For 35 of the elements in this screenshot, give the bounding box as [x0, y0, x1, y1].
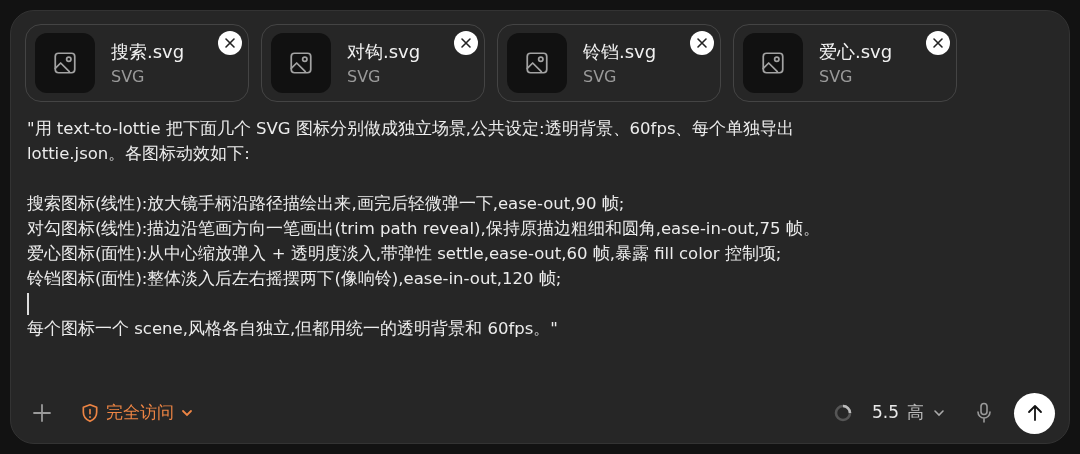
prompt-line: 对勾图标(线性):描边沿笔画方向一笔画出(trim path reveal),保持原描边粗细和圆角,ease-in-out,75 帧。	[27, 218, 820, 240]
remove-button[interactable]	[454, 31, 478, 55]
remove-button[interactable]	[926, 31, 950, 55]
close-icon	[460, 37, 472, 49]
close-icon	[932, 37, 944, 49]
remove-button[interactable]	[690, 31, 714, 55]
file-type: SVG	[583, 66, 618, 87]
prompt-line: lottie.json。各图标动效如下:	[27, 143, 250, 165]
prompt-line: "用 text-to-lottie 把下面几个 SVG 图标分别做成独立场景,公共设定:透明背景、60fps、每个单独导出	[27, 118, 795, 140]
image-icon	[52, 50, 78, 76]
remove-button[interactable]	[218, 31, 242, 55]
prompt-line: 搜索图标(线性):放大镜手柄沿路径描绘出来,画完后轻微弹一下,ease-out,90 帧;	[27, 193, 625, 215]
plus-icon	[32, 403, 52, 423]
image-icon	[288, 50, 314, 76]
close-icon	[696, 37, 708, 49]
file-type: SVG	[111, 66, 146, 87]
close-icon	[224, 37, 236, 49]
file-name: 搜索.svg	[111, 39, 185, 64]
prompt-line: 每个图标一个 scene,风格各自独立,但都用统一的透明背景和 60fps。"	[27, 318, 558, 340]
warning-shield-icon	[80, 403, 100, 423]
file-name: 对钩.svg	[347, 39, 421, 64]
file-type: SVG	[347, 66, 382, 87]
text-cursor	[27, 292, 29, 315]
microphone-icon	[975, 402, 993, 424]
file-name: 爱心.svg	[819, 39, 893, 64]
model-dropdown[interactable]: 5.5 高	[871, 400, 946, 426]
image-icon	[760, 50, 786, 76]
file-type: SVG	[819, 66, 854, 87]
image-icon	[524, 50, 550, 76]
access-dropdown[interactable]: 完全访问	[80, 400, 194, 426]
loading-spinner-icon	[833, 404, 852, 422]
prompt-line: 爱心图标(面性):从中心缩放弹入 + 透明度淡入,带弹性 settle,ease-out,60 帧,暴露 fill color 控制项;	[27, 243, 782, 265]
send-button[interactable]	[1014, 392, 1055, 434]
file-name: 铃铛.svg	[583, 39, 657, 64]
prompt-line: 铃铛图标(面性):整体淡入后左右摇摆两下(像响铃),ease-in-out,120 帧;	[27, 268, 562, 290]
